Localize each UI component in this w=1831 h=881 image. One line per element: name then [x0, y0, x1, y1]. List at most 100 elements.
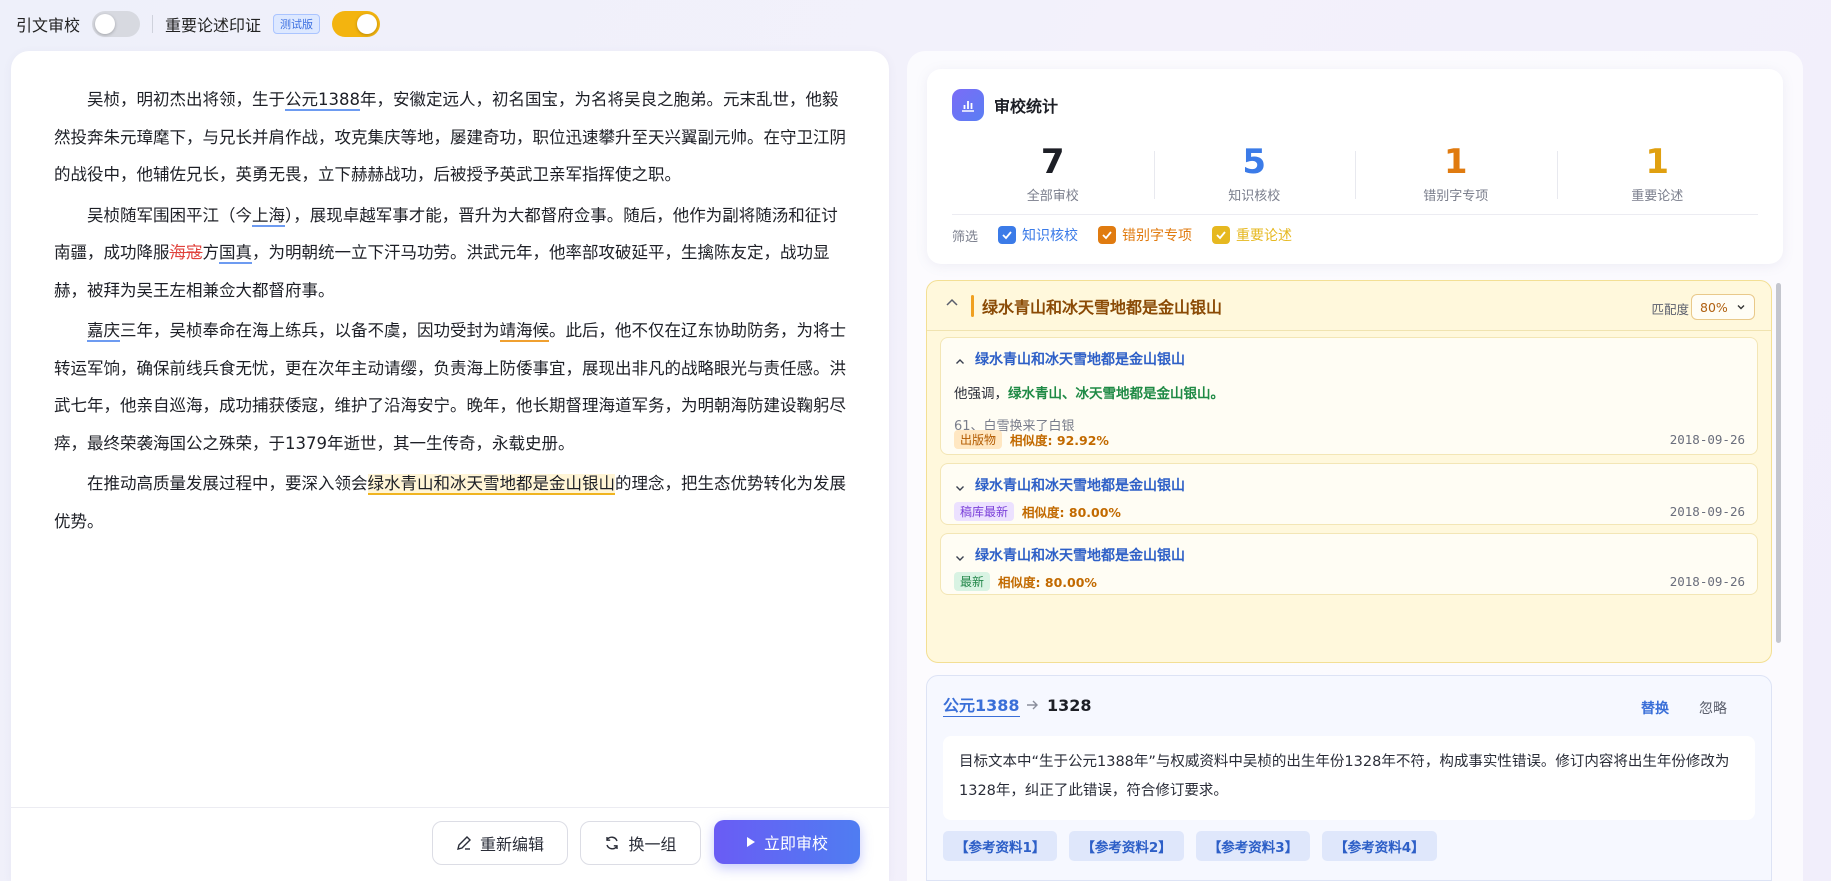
- stat-label: 知识核校: [1228, 189, 1281, 204]
- text-segment: 在推动高质量发展过程中，要深入领会: [87, 474, 368, 493]
- checkbox-check-icon[interactable]: [1212, 226, 1231, 244]
- stat-item[interactable]: 7 全部审校: [952, 141, 1154, 204]
- chevron-up-icon[interactable]: [955, 352, 965, 371]
- filter-checkbox[interactable]: 知识核校: [998, 225, 1078, 245]
- stat-value: 7: [1040, 142, 1065, 182]
- source-title[interactable]: 绿水青山和冰天雪地都是金山银山: [975, 349, 1185, 369]
- source-date: 2018-09-26: [1669, 504, 1745, 519]
- divider: [952, 214, 1758, 215]
- toggle-knob: [95, 14, 116, 34]
- scrollbar[interactable]: [1776, 283, 1781, 643]
- filter-label: 知识核校: [1022, 228, 1079, 244]
- document-paragraph: 吴桢随军围困平江（今上海），展现卓越军事才能，晋升为大都督府佥事。随后，他作为副…: [54, 197, 849, 310]
- text-segment: 。此后，他不仅在辽东协助防务，为将士转运军饷，确保前线兵食无忧，更在次年主动请缨…: [54, 321, 846, 453]
- source-date: 2018-09-26: [1669, 574, 1745, 589]
- document-footer: 重新编辑 换一组 立即审校: [11, 807, 889, 881]
- flagged-term-blue[interactable]: 国真: [219, 243, 252, 264]
- document-text[interactable]: 吴桢，明初杰出将领，生于公元1388年，安徽定远人，初名国宝，为名将吴良之胞弟。…: [54, 81, 849, 543]
- match-degree-select[interactable]: 80%: [1691, 294, 1755, 320]
- match-degree-value: 80%: [1700, 299, 1728, 315]
- source-title[interactable]: 绿水青山和冰天雪地都是金山银山: [975, 545, 1185, 565]
- important-verify-toggle[interactable]: [332, 11, 381, 37]
- stat-item[interactable]: 5 知识核校: [1153, 141, 1356, 204]
- replace-button[interactable]: 替换: [1641, 698, 1669, 718]
- filter-label: 重要论述: [1236, 228, 1293, 244]
- document-panel: 吴桢，明初杰出将领，生于公元1388年，安徽定远人，初名国宝，为名将吴良之胞弟。…: [11, 51, 889, 881]
- source-title[interactable]: 绿水青山和冰天雪地都是金山银山: [975, 475, 1185, 495]
- original-text[interactable]: 公元1388: [943, 696, 1020, 717]
- stat-item[interactable]: 1 重要论述: [1556, 141, 1759, 204]
- chevron-down-icon[interactable]: [955, 548, 965, 567]
- reference-link[interactable]: 【参考资料1】: [943, 831, 1058, 861]
- toggle-knob: [357, 14, 378, 34]
- similarity: 相似度: 92.92%: [1010, 433, 1109, 448]
- source-tag: 稿库最新: [954, 502, 1015, 521]
- reference-link[interactable]: 【参考资料2】: [1069, 831, 1184, 861]
- stat-item[interactable]: 1 错别字专项: [1355, 141, 1557, 204]
- flagged-term-orange[interactable]: 靖海候: [499, 321, 549, 342]
- swap-label: 换一组: [628, 835, 677, 854]
- ignore-button[interactable]: 忽略: [1699, 698, 1727, 718]
- divider: [152, 15, 154, 33]
- stats-card: 审校统计 7 全部审校 5 知识核校 1 错别字专项 1 重要论述 筛选 知识核校 错别字专项重…: [927, 69, 1783, 264]
- review-now-button[interactable]: 立即审校: [714, 820, 860, 864]
- flagged-term-yellow[interactable]: 绿水青山和冰天雪地都是金山银山: [367, 474, 615, 495]
- checkbox-check-icon[interactable]: [998, 226, 1017, 244]
- play-icon: [746, 837, 755, 847]
- source-meta: 稿库最新 相似度: 80.00%: [954, 502, 1121, 521]
- chevron-up-icon[interactable]: [945, 296, 959, 310]
- important-statement-card: 绿水青山和冰天雪地都是金山银山 匹配度 80% 绿水青山和冰天雪地都是金山银山他…: [926, 280, 1772, 663]
- filter-row: 筛选 知识核校 错别字专项 重要论述: [952, 225, 1292, 245]
- document-paragraph: 嘉庆三年，吴桢奉命在海上练兵，以备不虞，因功受封为靖海候。此后，他不仅在辽东协助…: [54, 312, 849, 462]
- reference-link[interactable]: 【参考资料4】: [1322, 831, 1437, 861]
- source-tag: 出版物: [954, 430, 1003, 449]
- chevron-down-icon: [1737, 305, 1745, 310]
- filter-checkbox[interactable]: 重要论述: [1212, 225, 1292, 245]
- stat-value: 1: [1443, 142, 1468, 182]
- reedit-button[interactable]: 重新编辑: [432, 821, 568, 865]
- important-verify-label: 重要论述印证: [165, 16, 262, 35]
- stat-label: 错别字专项: [1423, 189, 1489, 204]
- stats-header: 审校统计: [952, 89, 1058, 121]
- reference-link[interactable]: 【参考资料3】: [1195, 831, 1311, 861]
- reedit-label: 重新编辑: [479, 835, 544, 854]
- reference-list: 【参考资料1】 【参考资料2】 【参考资料3】 【参考资料4】: [943, 831, 1437, 861]
- match-source-item[interactable]: 绿水青山和冰天雪地都是金山银山 他强调，绿水青山、冰天雪地都是金山银山。 61、白雪…: [940, 337, 1758, 455]
- swap-button[interactable]: 换一组: [580, 821, 701, 865]
- flagged-term-blue[interactable]: 公元1388: [285, 90, 360, 111]
- match-source-item[interactable]: 绿水青山和冰天雪地都是金山银山最新 相似度: 80.00% 2018-09-26: [940, 533, 1758, 595]
- match-title: 绿水青山和冰天雪地都是金山银山: [982, 298, 1223, 317]
- citation-review-toggle[interactable]: [92, 11, 141, 37]
- stats-row: 7 全部审校 5 知识核校 1 错别字专项 1 重要论述: [952, 141, 1758, 204]
- source-date: 2018-09-26: [1669, 432, 1745, 447]
- replacement-text: 1328: [1047, 696, 1092, 715]
- similarity: 相似度: 80.00%: [1022, 505, 1121, 520]
- stats-title: 审校统计: [994, 97, 1059, 116]
- correction-card: 公元1388 1328 替换 忽略 目标文本中“生于公元1388年”与权威资料中…: [926, 675, 1772, 881]
- chevron-down-icon[interactable]: [955, 478, 965, 497]
- match-source-item[interactable]: 绿水青山和冰天雪地都是金山银山稿库最新 相似度: 80.00% 2018-09-26: [940, 463, 1758, 525]
- arrow-right-icon: [1027, 700, 1038, 710]
- match-degree-label: 匹配度: [1651, 302, 1689, 317]
- filter-label: 筛选: [952, 229, 979, 245]
- edit-icon: [457, 836, 471, 850]
- match-header[interactable]: 绿水青山和冰天雪地都是金山银山 匹配度 80%: [927, 281, 1771, 331]
- similarity: 相似度: 80.00%: [998, 575, 1097, 590]
- checkbox-check-icon[interactable]: [1098, 226, 1117, 244]
- source-meta: 最新 相似度: 80.00%: [954, 572, 1097, 591]
- filter-checkbox[interactable]: 错别字专项: [1098, 225, 1192, 245]
- stat-value: 1: [1645, 142, 1670, 182]
- stat-label: 重要论述: [1631, 189, 1684, 204]
- flagged-term-blue[interactable]: 嘉庆: [87, 321, 120, 342]
- flagged-term-blue[interactable]: 上海: [252, 205, 285, 227]
- review-panel: 审校统计 7 全部审校 5 知识核校 1 错别字专项 1 重要论述 筛选 知识核校 错别字专项重…: [907, 51, 1803, 881]
- flagged-term-wrong[interactable]: 海寇: [170, 243, 203, 262]
- correction-explanation: 目标文本中“生于公元1388年”与权威资料中吴桢的出生年份1328年不符，构成事…: [943, 736, 1755, 820]
- refresh-icon: [606, 836, 619, 850]
- beta-badge: 测试版: [273, 14, 321, 34]
- top-bar: 引文审校 重要论述印证 测试版: [16, 8, 381, 40]
- document-paragraph: 吴桢，明初杰出将领，生于公元1388年，安徽定远人，初名国宝，为名将吴良之胞弟。…: [54, 81, 849, 194]
- quote-highlight: 绿水青山、冰天雪地都是金山银山。: [1008, 386, 1224, 402]
- document-paragraph: 在推动高质量发展过程中，要深入领会绿水青山和冰天雪地都是金山银山的理念，把生态优…: [54, 465, 849, 540]
- filter-label: 错别字专项: [1122, 228, 1193, 244]
